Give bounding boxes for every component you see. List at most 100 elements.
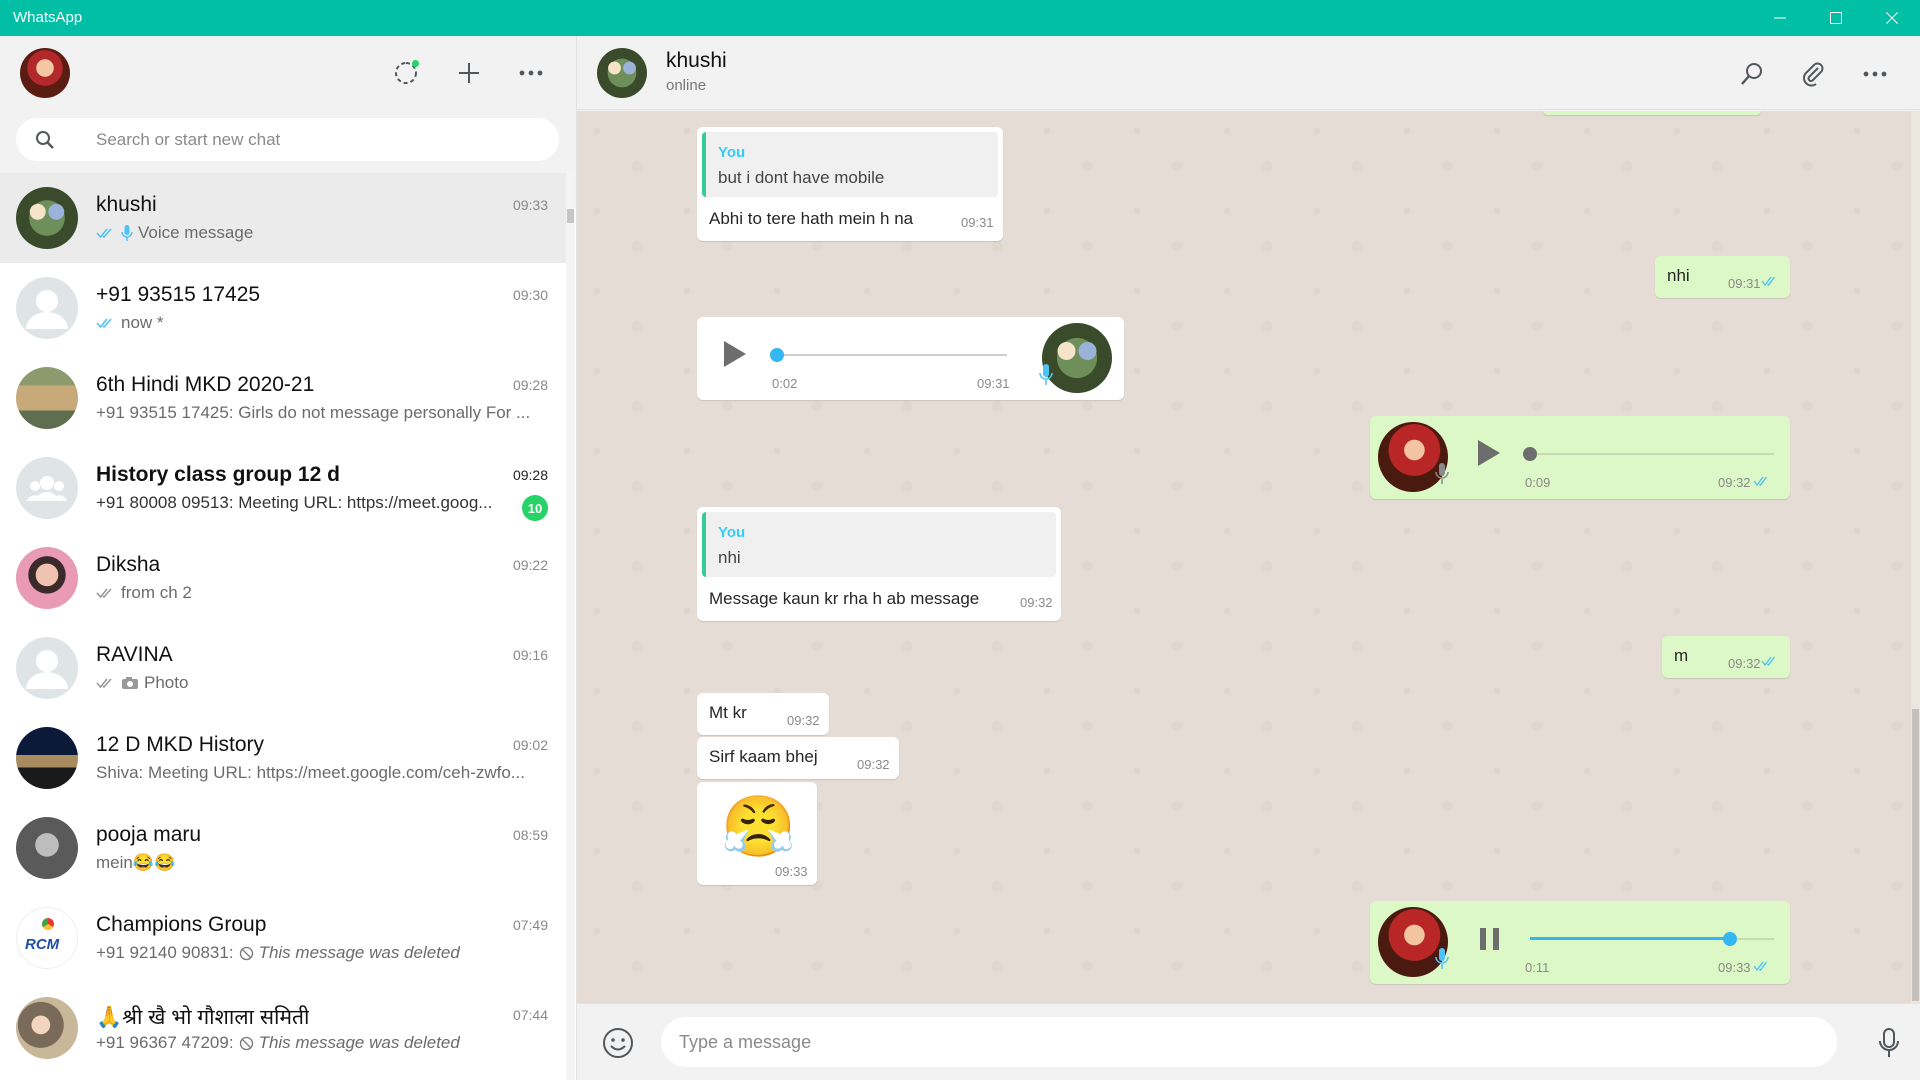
chat-item-khushi[interactable]: khushi 09:33 Voice message <box>0 173 566 263</box>
search-icon <box>36 131 54 149</box>
message-bubble-incoming-emoji[interactable]: 😤 09:33 <box>697 782 817 885</box>
chat-item-gaushala-samiti[interactable]: 🙏श्री खै भो गौशाला समिती 07:44 +91 96367… <box>0 983 566 1073</box>
chat-preview: +91 80008 09513: Meeting URL: https://me… <box>96 493 492 513</box>
message-time: 09:32 <box>787 713 820 728</box>
play-icon[interactable] <box>721 339 749 369</box>
message-bubble-outgoing[interactable]: nhi 09:31 <box>1655 256 1790 298</box>
chat-preview: Photo <box>96 673 188 693</box>
attach-button[interactable] <box>1796 56 1832 92</box>
scrollbar-thumb[interactable] <box>1912 709 1919 1001</box>
status-button[interactable] <box>389 56 423 90</box>
message-input-container[interactable] <box>661 1017 1837 1067</box>
chat-preview: +91 96367 47209: This message was delete… <box>96 1033 460 1053</box>
quoted-message[interactable]: You but i dont have mobile <box>702 132 998 197</box>
play-icon[interactable] <box>1475 438 1503 468</box>
message-bubble-outgoing[interactable]: m 09:32 <box>1662 636 1790 678</box>
preview-text: mein😂😂 <box>96 853 176 872</box>
chat-item-diksha[interactable]: Diksha 09:22 from ch 2 <box>0 533 566 623</box>
chat-name: khushi <box>96 193 157 216</box>
chat-item-pooja-maru[interactable]: pooja maru 08:59 mein😂😂 <box>0 803 566 893</box>
unread-badge: 10 <box>522 495 548 521</box>
scrollbar-thumb[interactable] <box>567 209 574 223</box>
message-scrollbar[interactable] <box>1911 111 1920 1003</box>
chat-preview: mein😂😂 <box>96 853 175 873</box>
quoted-message[interactable]: You nhi <box>702 512 1056 577</box>
voice-progress-fill <box>1530 937 1731 940</box>
chat-name: +91 93515 17425 <box>96 283 261 306</box>
contact-name: khushi <box>666 49 727 72</box>
voice-progress-track[interactable] <box>777 354 1007 356</box>
title-bar: WhatsApp <box>0 0 1920 36</box>
message-text: Sirf kaam bhej <box>709 747 818 766</box>
voice-progress-track[interactable] <box>1530 453 1774 455</box>
pause-icon[interactable] <box>1477 925 1503 953</box>
read-ticks-icon <box>96 228 112 239</box>
voice-progress-knob[interactable] <box>1523 447 1537 461</box>
chat-item-history-12d[interactable]: History class group 12 d 09:28 +91 80008… <box>0 443 566 533</box>
read-ticks-icon <box>96 318 112 329</box>
voice-message-outgoing[interactable]: 0:09 09:32 <box>1370 416 1790 499</box>
chat-item-ravina[interactable]: RAVINA 09:16 Photo <box>0 623 566 713</box>
chat-name: Diksha <box>96 553 161 576</box>
message-time: 09:32 <box>1020 595 1053 610</box>
message-bubble-incoming[interactable]: You nhi Message kaun kr rha h ab message… <box>697 507 1061 621</box>
search-box[interactable] <box>16 118 559 161</box>
voice-progress-knob[interactable] <box>1723 932 1738 946</box>
chat-preview: +91 93515 17425: Girls do not message pe… <box>96 403 530 423</box>
mic-icon <box>1435 948 1449 969</box>
minimize-icon <box>1774 17 1786 19</box>
chat-item-12d-mkd-history[interactable]: 12 D MKD History 09:02 Shiva: Meeting UR… <box>0 713 566 803</box>
new-chat-button[interactable] <box>452 56 486 90</box>
message-bubble-incoming[interactable]: Mt kr 09:32 <box>697 693 829 735</box>
chat-item-phone-93515[interactable]: +91 93515 17425 09:30 now * <box>0 263 566 353</box>
search-chat-button[interactable] <box>1734 56 1770 92</box>
chat-name: 6th Hindi MKD 2020-21 <box>96 373 315 396</box>
contact-avatar[interactable] <box>597 48 647 98</box>
message-time: 09:32 <box>1718 475 1751 490</box>
group-avatar-icon <box>16 457 78 519</box>
message-bubble-partial <box>1542 111 1762 115</box>
chat-preview: from ch 2 <box>96 583 192 603</box>
chat-preview: Voice message <box>96 223 253 243</box>
preview-text: This message was deleted <box>258 1033 460 1052</box>
mic-icon <box>1435 463 1449 484</box>
chat-item-champions-group[interactable]: RCM Champions Group 07:49 +91 92140 9083… <box>0 893 566 983</box>
search-input[interactable] <box>96 126 536 153</box>
voice-progress-knob[interactable] <box>770 348 784 362</box>
message-bubble-incoming[interactable]: You but i dont have mobile Abhi to tere … <box>697 127 1003 241</box>
avatar <box>16 547 78 609</box>
conversation-pane: khushi online You but i dont have mobile… <box>577 36 1920 1080</box>
message-text: Message kaun kr rha h ab message <box>709 589 980 608</box>
avatar <box>16 997 78 1059</box>
read-ticks-icon <box>1761 656 1776 667</box>
message-input[interactable] <box>679 1029 1809 1055</box>
minimize-button[interactable] <box>1752 0 1808 36</box>
chat-name: Champions Group <box>96 913 267 936</box>
preview-sender: +91 92140 90831: <box>96 943 234 962</box>
message-bubble-incoming[interactable]: Sirf kaam bhej 09:32 <box>697 737 899 779</box>
message-area: You but i dont have mobile Abhi to tere … <box>577 111 1920 1003</box>
chat-list-scrollbar[interactable] <box>566 173 575 1080</box>
preview-text: now * <box>121 313 164 332</box>
conversation-header[interactable]: khushi online <box>577 36 1920 110</box>
sidebar-header <box>0 36 576 110</box>
paperclip-icon <box>1803 62 1824 87</box>
voice-message-incoming[interactable]: 0:02 09:31 <box>697 317 1124 400</box>
maximize-button[interactable] <box>1808 0 1864 36</box>
more-icon <box>519 70 543 76</box>
mic-icon[interactable] <box>1877 1026 1901 1060</box>
preview-sender: +91 96367 47209: <box>96 1033 234 1052</box>
my-avatar[interactable] <box>20 48 70 98</box>
emoji-icon[interactable] <box>601 1026 635 1060</box>
close-button[interactable] <box>1864 0 1920 36</box>
chat-name: History class group 12 d <box>96 463 340 486</box>
quote-text: but i dont have mobile <box>718 168 885 187</box>
sidebar-menu-button[interactable] <box>514 56 548 90</box>
chat-item-6th-hindi[interactable]: 6th Hindi MKD 2020-21 09:28 +91 93515 17… <box>0 353 566 443</box>
chat-time: 09:02 <box>512 737 548 753</box>
chat-menu-button[interactable] <box>1857 56 1893 92</box>
plus-icon <box>459 63 479 83</box>
rcm-logo-text: RCM <box>25 936 60 953</box>
chat-time: 09:28 <box>512 467 548 483</box>
voice-message-outgoing-playing[interactable]: 0:11 09:33 <box>1370 901 1790 984</box>
